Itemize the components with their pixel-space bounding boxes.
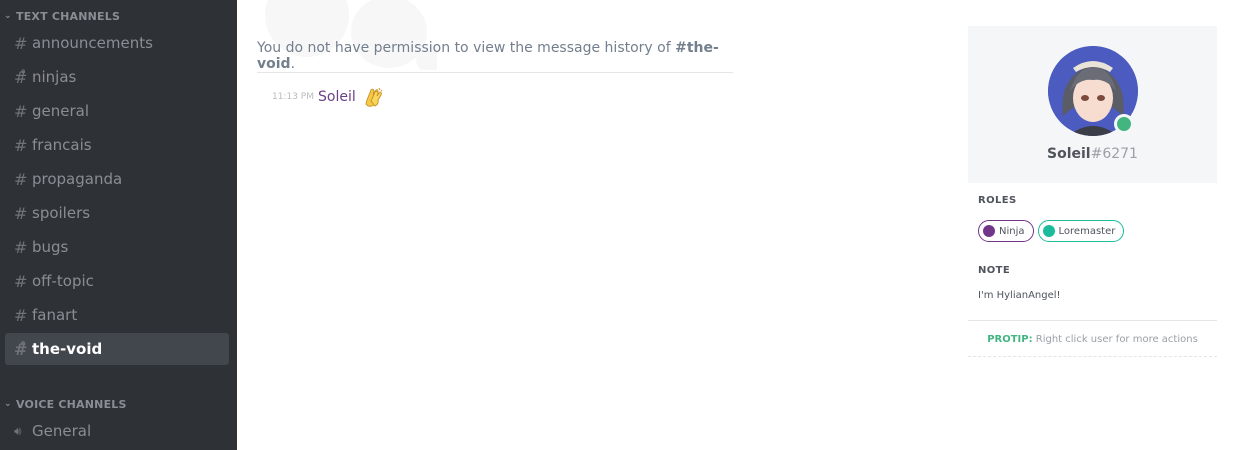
- locked-hash-icon: # 🔒︎: [14, 65, 28, 87]
- discriminator: #6271: [1090, 146, 1138, 162]
- username: Soleil: [1047, 146, 1091, 162]
- channel-label: off-topic: [32, 272, 94, 290]
- category-label: TEXT CHANNELS: [16, 9, 121, 23]
- voice-channel-general[interactable]: 🔊︎ General: [5, 415, 229, 447]
- notice-text: You do not have permission to view the m…: [257, 40, 676, 56]
- notice-suffix: .: [290, 56, 296, 72]
- user-profile-popout: Soleil#6271 ROLES Ninja Loremaster NOTE …: [968, 26, 1217, 358]
- voice-channels-category[interactable]: ⌄ VOICE CHANNELS: [4, 397, 127, 411]
- avatar[interactable]: [1048, 46, 1138, 136]
- channel-label: announcements: [32, 34, 153, 52]
- text-channels-category[interactable]: ⌄ TEXT CHANNELS: [4, 9, 120, 23]
- protip-text: Right click user for more actions: [1032, 334, 1198, 345]
- channel-announcements[interactable]: # announcements: [5, 27, 229, 59]
- channel-general[interactable]: # general: [5, 95, 229, 127]
- channel-label: ninjas: [32, 68, 77, 86]
- panel-bottom-edge: [968, 356, 1217, 357]
- locked-hash-icon: # 🔒︎: [14, 337, 28, 359]
- chevron-down-icon: ⌄: [4, 11, 12, 21]
- hash-icon: #: [14, 237, 28, 257]
- hash-icon: #: [14, 169, 28, 189]
- role-color-dot: [983, 225, 995, 237]
- channel-spoilers[interactable]: # spoilers: [5, 197, 229, 229]
- online-status-indicator: [1114, 114, 1134, 134]
- profile-username: Soleil#6271: [968, 146, 1217, 162]
- profile-header: Soleil#6271: [968, 26, 1217, 183]
- channel-off-topic[interactable]: # off-topic: [5, 265, 229, 297]
- protip-label: PROTIP:: [987, 334, 1033, 345]
- divider: [968, 320, 1217, 321]
- hash-icon: #: [14, 271, 28, 291]
- role-label: Loremaster: [1058, 225, 1116, 237]
- channel-label: spoilers: [32, 204, 91, 222]
- note-title: NOTE: [978, 265, 1011, 276]
- channel-sidebar: ⌄ TEXT CHANNELS # announcements # 🔒︎ ninj…: [0, 0, 237, 450]
- roles-list: Ninja Loremaster: [978, 220, 1125, 242]
- role-ninja[interactable]: Ninja: [978, 220, 1034, 242]
- hash-icon: #: [14, 305, 28, 325]
- category-label: VOICE CHANNELS: [16, 397, 127, 411]
- message-author[interactable]: Soleil: [318, 89, 356, 105]
- chevron-down-icon: ⌄: [4, 399, 12, 409]
- channel-francais[interactable]: # francais: [5, 129, 229, 161]
- channel-label: General: [32, 422, 92, 440]
- role-loremaster[interactable]: Loremaster: [1037, 220, 1125, 242]
- channel-bugs[interactable]: # bugs: [5, 231, 229, 263]
- channel-label: francais: [32, 136, 92, 154]
- role-color-dot: [1042, 225, 1055, 237]
- channel-the-void[interactable]: # 🔒︎ the-void: [5, 333, 229, 365]
- hash-icon: #: [14, 203, 28, 223]
- channel-label: fanart: [32, 306, 78, 324]
- roles-title: ROLES: [978, 195, 1017, 206]
- message-timestamp: 11:13 PM: [272, 92, 314, 102]
- speaker-icon: 🔊︎: [14, 423, 22, 438]
- channel-label: propaganda: [32, 170, 123, 188]
- hash-icon: #: [14, 33, 28, 53]
- clapping-hands-icon[interactable]: [362, 86, 384, 108]
- channel-label: general: [32, 102, 90, 120]
- channel-propaganda[interactable]: # propaganda: [5, 163, 229, 195]
- channel-fanart[interactable]: # fanart: [5, 299, 229, 331]
- hash-icon: #: [14, 135, 28, 155]
- channel-ninjas[interactable]: # 🔒︎ ninjas: [5, 61, 229, 93]
- channel-label: the-void: [32, 340, 103, 358]
- message-row: 11:13 PM Soleil: [272, 86, 384, 108]
- note-field[interactable]: I'm HylianAngel!: [978, 290, 1061, 301]
- channel-label: bugs: [32, 238, 69, 256]
- role-label: Ninja: [999, 225, 1025, 237]
- permission-notice: You do not have permission to view the m…: [257, 40, 733, 73]
- protip: PROTIP: Right click user for more action…: [968, 334, 1217, 345]
- hash-icon: #: [14, 101, 28, 121]
